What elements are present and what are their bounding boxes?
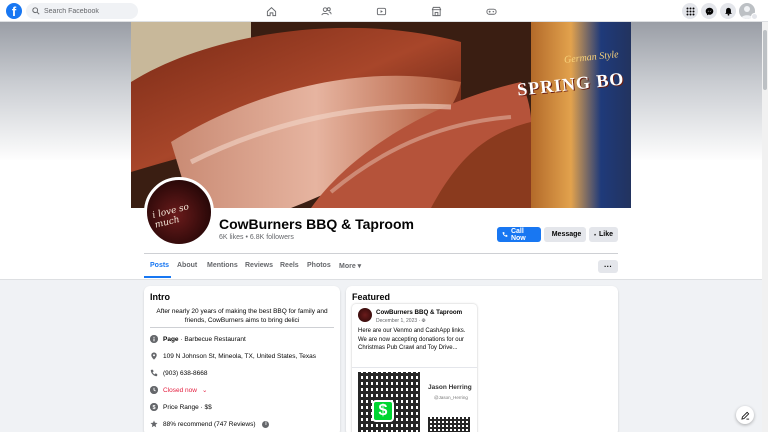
message-button[interactable]: Message: [544, 227, 586, 242]
post-date[interactable]: December 1, 2023 · 🌐︎: [376, 318, 426, 324]
intro-page-category: Page · Barbecue Restaurant: [150, 335, 246, 343]
friends-tab[interactable]: [319, 4, 333, 18]
like-label: Like: [598, 231, 613, 238]
price-tag-icon: $: [150, 403, 158, 411]
intro-recommend[interactable]: 88% recommend (747 Reviews) i: [150, 420, 270, 428]
venmo-handle: @Jason_Herring: [434, 395, 468, 400]
location-pin-icon: [150, 352, 158, 360]
notifications-button[interactable]: [720, 3, 736, 19]
menu-button[interactable]: [682, 3, 698, 19]
intro-price-range: $ Price Range · $$: [150, 403, 212, 411]
venmo-name: Jason Herring: [428, 384, 472, 391]
intro-hours[interactable]: Closed now ⌄: [150, 386, 207, 394]
watch-tab[interactable]: [374, 4, 388, 18]
home-icon: [266, 6, 276, 16]
scrollbar-thumb[interactable]: [763, 30, 767, 90]
search-input[interactable]: [44, 7, 134, 15]
price-range-text: Price Range · $$: [163, 403, 212, 411]
post-text: Here are our Venmo and CashApp links. We…: [358, 328, 466, 351]
call-now-label: Call Now: [510, 227, 526, 242]
header-divider: [0, 279, 768, 280]
menu-grid-icon: [686, 7, 694, 15]
messenger-button[interactable]: [701, 3, 717, 19]
new-message-button[interactable]: [736, 406, 754, 424]
tab-more[interactable]: More ▾: [339, 262, 361, 270]
info-icon[interactable]: i: [262, 420, 270, 428]
phone-icon: [150, 369, 158, 377]
clock-icon: [150, 386, 158, 394]
message-label: Message: [551, 231, 582, 238]
tab-posts[interactable]: Posts: [150, 262, 169, 269]
tab-about[interactable]: About: [177, 262, 197, 269]
star-icon: [150, 420, 158, 428]
more-options-button[interactable]: ···: [598, 260, 618, 273]
phone-icon: [502, 232, 508, 237]
gaming-icon: [485, 8, 497, 15]
page-title: CowBurners BBQ & Taproom: [219, 216, 414, 232]
venmo-qr-code: [428, 417, 470, 432]
intro-address[interactable]: 109 N Johnson St, Mineola, TX, United St…: [150, 352, 316, 360]
tab-reviews[interactable]: Reviews: [245, 262, 273, 269]
intro-phone[interactable]: (903) 638-8668: [150, 369, 207, 377]
notifications-icon: [724, 7, 732, 16]
post-image[interactable]: $ Jason Herring @Jason_Herring: [352, 367, 477, 432]
phone-text: (903) 638-8668: [163, 369, 208, 377]
intro-description: After nearly 20 years of making the best…: [156, 308, 328, 324]
address-text: 109 N Johnson St, Mineola, TX, United St…: [163, 352, 316, 360]
friends-icon: [320, 6, 332, 15]
featured-post[interactable]: CowBurners BBQ & Taproom December 1, 202…: [352, 304, 477, 432]
cover-photo[interactable]: German Style SPRING BO: [131, 22, 631, 208]
cashapp-icon: $: [372, 400, 394, 422]
chevron-down-icon: ⌄: [201, 387, 208, 394]
featured-title: Featured: [352, 292, 391, 302]
like-button[interactable]: Like: [589, 227, 618, 242]
home-tab[interactable]: [264, 4, 278, 18]
page-stats[interactable]: 6K likes • 6.8K followers: [219, 234, 294, 241]
marketplace-tab[interactable]: [429, 4, 443, 18]
tabs-divider: [144, 253, 618, 254]
profile-picture[interactable]: i love so much: [144, 177, 214, 247]
account-menu-caret[interactable]: [751, 13, 758, 20]
intro-divider: [150, 327, 334, 328]
search-box[interactable]: [26, 3, 138, 19]
info-circle-icon: [150, 335, 158, 343]
compose-icon: [740, 411, 749, 420]
post-author-name[interactable]: CowBurners BBQ & Taproom: [376, 309, 462, 316]
featured-card: Featured CowBurners BBQ & Taproom Decemb…: [346, 286, 618, 432]
page-label: Page: [163, 335, 179, 343]
top-navigation-bar: f: [0, 0, 768, 22]
messenger-icon: [705, 7, 713, 15]
search-icon: [32, 7, 40, 15]
thumbs-up-icon: [594, 233, 596, 236]
marketplace-icon: [431, 6, 441, 16]
gaming-tab[interactable]: [484, 4, 498, 18]
facebook-logo[interactable]: f: [6, 3, 22, 19]
hours-status: Closed now: [163, 386, 197, 394]
globe-icon: 🌐︎: [421, 318, 426, 324]
call-now-button[interactable]: Call Now: [497, 227, 541, 242]
active-tab-indicator: [144, 276, 171, 278]
intro-title: Intro: [150, 292, 170, 302]
tab-reels[interactable]: Reels: [280, 262, 299, 269]
tab-photos[interactable]: Photos: [307, 262, 331, 269]
page-category: · Barbecue Restaurant: [178, 335, 246, 343]
watch-icon: [376, 7, 386, 15]
profile-picture-text: i love so much: [151, 202, 191, 231]
svg-text:$: $: [152, 405, 155, 411]
tab-mentions[interactable]: Mentions: [207, 262, 238, 269]
recommend-text: 88% recommend (747 Reviews): [163, 420, 256, 428]
intro-card: Intro After nearly 20 years of making th…: [144, 286, 340, 432]
post-author-avatar[interactable]: [358, 308, 372, 322]
